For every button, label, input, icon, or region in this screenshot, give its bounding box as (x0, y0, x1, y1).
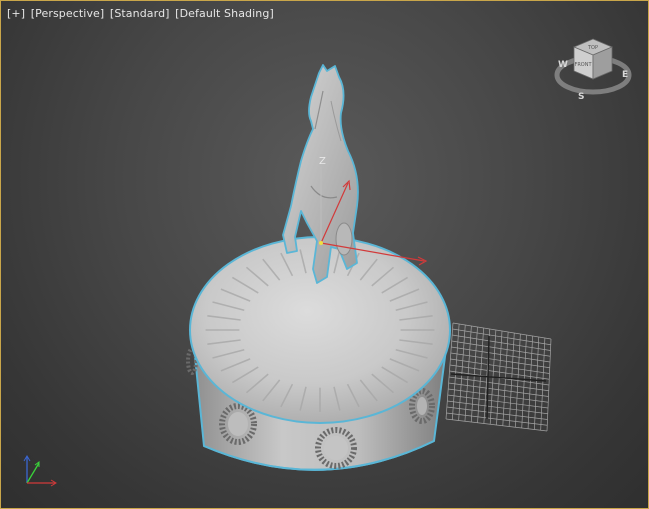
perspective-viewport[interactable]: [+] [Perspective] [Standard] [Default Sh… (0, 0, 649, 509)
compass-s-label[interactable]: S (578, 92, 584, 102)
viewcube-icon[interactable]: TOP FRONT W E S (551, 29, 635, 105)
compass-e-label[interactable]: E (622, 70, 628, 80)
compass-w-label[interactable]: W (558, 60, 568, 70)
axis-tripod-icon (23, 455, 57, 487)
horse-model[interactable] (282, 64, 359, 284)
viewcube-top-label: TOP (587, 45, 598, 51)
home-grid (445, 322, 552, 432)
gizmo-z-label: Z (319, 156, 326, 167)
viewcube-front-label: FRONT (574, 62, 592, 68)
